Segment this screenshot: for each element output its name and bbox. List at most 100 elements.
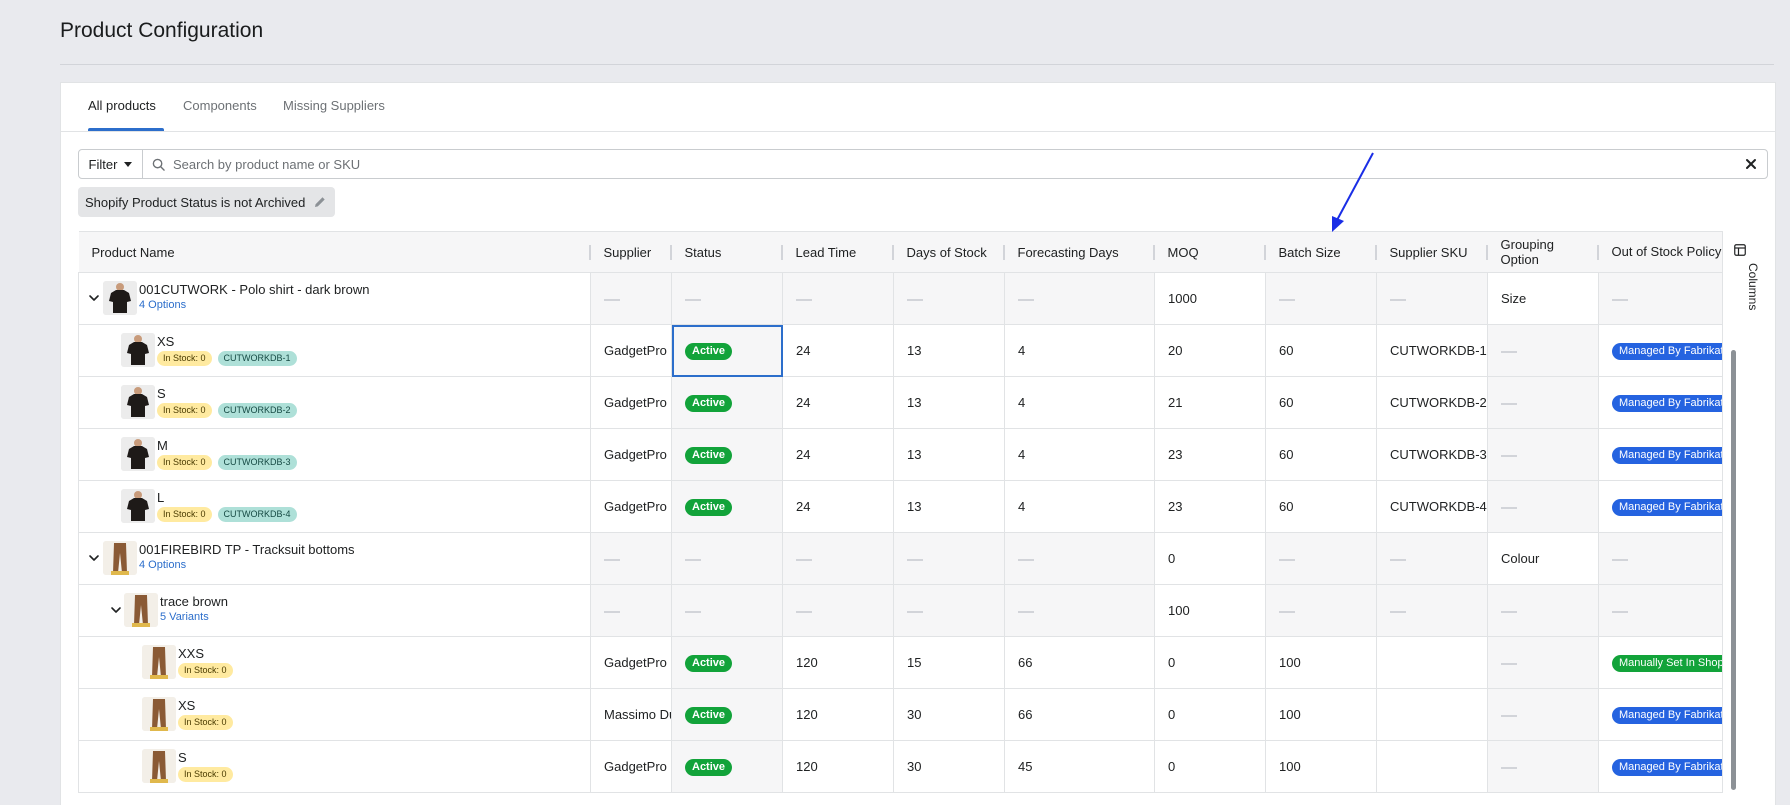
cell-moq[interactable]: 23: [1154, 480, 1266, 533]
cell-moq[interactable]: 0: [1154, 636, 1266, 689]
col-header-out-of-stock-policy[interactable]: Out of Stock Policy?: [1598, 231, 1723, 273]
cell-days-of-stock[interactable]: 30: [893, 740, 1005, 793]
cell-supplier-sku[interactable]: [1376, 636, 1488, 689]
table-row[interactable]: 001FIREBIRD TP - Tracksuit bottoms 4 Opti…: [78, 532, 1723, 585]
cell-lead-time[interactable]: 24: [782, 428, 894, 481]
chevron-down-icon[interactable]: [87, 551, 101, 565]
table-row[interactable]: XS In Stock: 0 Massimo Dutti Active 12030660…: [78, 688, 1723, 741]
cell-batch-size[interactable]: 100: [1265, 688, 1377, 741]
cell-forecasting-days[interactable]: 45: [1004, 740, 1155, 793]
vertical-scrollbar[interactable]: [1731, 350, 1736, 790]
cell-batch-size[interactable]: 60: [1265, 324, 1377, 377]
cell-days-of-stock[interactable]: 13: [893, 428, 1005, 481]
tab-missing-suppliers[interactable]: Missing Suppliers: [283, 98, 385, 113]
cell-supplier-sku[interactable]: CUTWORKDB-4: [1376, 480, 1488, 533]
chevron-down-icon[interactable]: [109, 603, 123, 617]
cell-supplier[interactable]: GadgetPro: [590, 428, 672, 481]
tab-components[interactable]: Components: [183, 98, 257, 113]
cell-status[interactable]: Active: [671, 324, 783, 377]
cell-lead-time[interactable]: 120: [782, 636, 894, 689]
cell-forecasting-days[interactable]: 4: [1004, 324, 1155, 377]
col-header-status[interactable]: Status: [671, 231, 783, 273]
cell-forecasting-days[interactable]: 4: [1004, 376, 1155, 429]
cell-status[interactable]: Active: [671, 480, 783, 533]
cell-moq[interactable]: 0: [1154, 688, 1266, 741]
cell-supplier-sku[interactable]: CUTWORKDB-3: [1376, 428, 1488, 481]
cell-supplier[interactable]: GadgetPro: [590, 324, 672, 377]
cell-moq[interactable]: 0: [1154, 740, 1266, 793]
cell-lead-time[interactable]: 24: [782, 376, 894, 429]
options-link[interactable]: 4 Options: [139, 299, 186, 311]
cell-moq[interactable]: 0: [1154, 532, 1266, 585]
col-header-days-of-stock[interactable]: Days of Stock: [893, 231, 1005, 273]
cell-forecasting-days[interactable]: 4: [1004, 428, 1155, 481]
cell-forecasting-days[interactable]: 66: [1004, 688, 1155, 741]
col-header-product-name[interactable]: Product Name: [78, 231, 591, 273]
cell-status[interactable]: Active: [671, 636, 783, 689]
cell-lead-time[interactable]: 24: [782, 324, 894, 377]
col-header-supplier-sku[interactable]: Supplier SKU: [1376, 231, 1488, 273]
cell-forecasting-days[interactable]: 66: [1004, 636, 1155, 689]
cell-lead-time[interactable]: 120: [782, 688, 894, 741]
table-row[interactable]: trace brown 5 Variants 100: [78, 584, 1723, 637]
cell-moq[interactable]: 23: [1154, 428, 1266, 481]
cell-supplier-sku[interactable]: [1376, 740, 1488, 793]
table-row[interactable]: L In Stock: 0 CUTWORKDB-4 GadgetPro Active 24…: [78, 480, 1723, 533]
table-row[interactable]: 001CUTWORK - Polo shirt - dark brown 4 Op…: [78, 272, 1723, 325]
cell-product-name[interactable]: XXS In Stock: 0: [78, 636, 591, 689]
cell-out-of-stock-policy[interactable]: Managed By Fabrikatör: [1598, 376, 1723, 429]
cell-batch-size[interactable]: 100: [1265, 636, 1377, 689]
cell-product-name[interactable]: XS In Stock: 0: [78, 688, 591, 741]
cell-product-name[interactable]: M In Stock: 0 CUTWORKDB-3: [78, 428, 591, 481]
options-link[interactable]: 4 Options: [139, 559, 186, 571]
cell-moq[interactable]: 100: [1154, 584, 1266, 637]
cell-supplier-sku[interactable]: [1376, 688, 1488, 741]
cell-grouping-option[interactable]: Colour: [1487, 532, 1599, 585]
cell-status[interactable]: Active: [671, 376, 783, 429]
cell-product-name[interactable]: XS In Stock: 0 CUTWORKDB-1: [78, 324, 591, 377]
cell-days-of-stock[interactable]: 13: [893, 480, 1005, 533]
cell-forecasting-days[interactable]: 4: [1004, 480, 1155, 533]
search-input[interactable]: [173, 155, 1733, 174]
chevron-down-icon[interactable]: [87, 291, 101, 305]
cell-days-of-stock[interactable]: 13: [893, 324, 1005, 377]
cell-grouping-option[interactable]: Size: [1487, 272, 1599, 325]
cell-supplier[interactable]: GadgetPro: [590, 376, 672, 429]
cell-lead-time[interactable]: 120: [782, 740, 894, 793]
cell-batch-size[interactable]: 60: [1265, 428, 1377, 481]
cell-supplier[interactable]: Massimo Dutti: [590, 688, 672, 741]
cell-days-of-stock[interactable]: 30: [893, 688, 1005, 741]
cell-supplier[interactable]: GadgetPro: [590, 740, 672, 793]
col-header-batch-size[interactable]: Batch Size: [1265, 231, 1377, 273]
cell-batch-size[interactable]: 60: [1265, 376, 1377, 429]
cell-out-of-stock-policy[interactable]: Managed By Fabrikatör: [1598, 480, 1723, 533]
col-header-grouping-option[interactable]: Grouping Option: [1487, 231, 1599, 273]
cell-batch-size[interactable]: 100: [1265, 740, 1377, 793]
cell-supplier-sku[interactable]: CUTWORKDB-2: [1376, 376, 1488, 429]
cell-product-name[interactable]: 001CUTWORK - Polo shirt - dark brown 4 Op…: [78, 272, 591, 325]
table-row[interactable]: XXS In Stock: 0 GadgetPro Active 120 15 66 0 100…: [78, 636, 1723, 689]
cell-supplier-sku[interactable]: CUTWORKDB-1-1: [1376, 324, 1488, 377]
cell-out-of-stock-policy[interactable]: Managed By Fabrikatör: [1598, 740, 1723, 793]
cell-out-of-stock-policy[interactable]: Managed By Fabrikatör: [1598, 428, 1723, 481]
table-row[interactable]: M In Stock: 0 CUTWORKDB-3 GadgetPro Active 24…: [78, 428, 1723, 481]
filter-button[interactable]: Filter: [78, 149, 143, 179]
cell-supplier[interactable]: GadgetPro: [590, 636, 672, 689]
table-row[interactable]: XS In Stock: 0 CUTWORKDB-1 GadgetPro Active 2…: [78, 324, 1723, 377]
cell-out-of-stock-policy[interactable]: Managed By Fabrikatör: [1598, 324, 1723, 377]
cell-status[interactable]: Active: [671, 688, 783, 741]
cell-moq[interactable]: 20: [1154, 324, 1266, 377]
cell-lead-time[interactable]: 24: [782, 480, 894, 533]
variants-link[interactable]: 5 Variants: [160, 611, 209, 623]
table-row[interactable]: S In Stock: 0 CUTWORKDB-2 GadgetPro Active 24…: [78, 376, 1723, 429]
cell-product-name[interactable]: S In Stock: 0 CUTWORKDB-2: [78, 376, 591, 429]
cell-out-of-stock-policy[interactable]: Manually Set In Shopify: [1598, 636, 1723, 689]
cell-out-of-stock-policy[interactable]: Managed By Fabrikatör: [1598, 688, 1723, 741]
columns-panel[interactable]: Columns: [1722, 231, 1760, 791]
col-header-lead-time[interactable]: Lead Time: [782, 231, 894, 273]
tab-all-products[interactable]: All products: [88, 98, 156, 113]
cell-status[interactable]: Active: [671, 740, 783, 793]
cell-moq[interactable]: 1000: [1154, 272, 1266, 325]
col-header-forecasting-days[interactable]: Forecasting Days: [1004, 231, 1155, 273]
close-icon[interactable]: [1744, 157, 1758, 171]
